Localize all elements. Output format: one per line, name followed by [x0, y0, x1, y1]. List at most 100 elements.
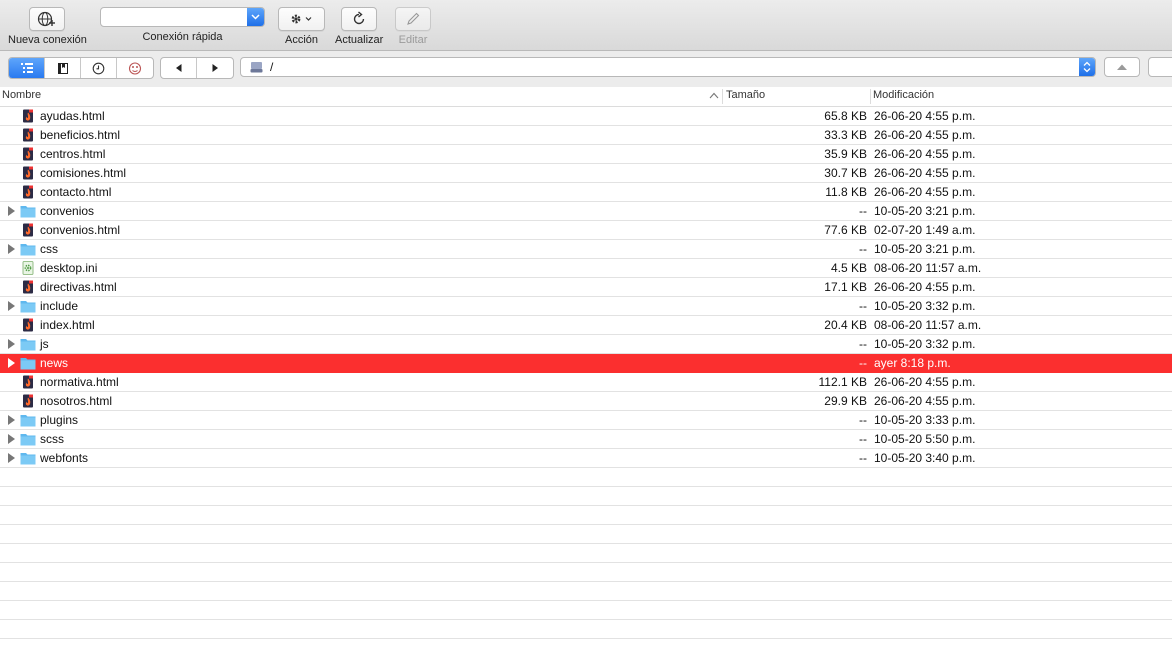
file-modified: 02-07-20 1:49 a.m. — [874, 223, 976, 237]
disclosure-triangle-icon[interactable] — [8, 206, 15, 216]
folder-icon — [20, 356, 36, 370]
disclosure-triangle-icon[interactable] — [8, 358, 15, 368]
file-row[interactable]: contacto.html 11.8 KB 26-06-20 4:55 p.m. — [0, 183, 1172, 202]
file-row[interactable]: desktop.ini 4.5 KB 08-06-20 11:57 a.m. — [0, 259, 1172, 278]
file-modified: 26-06-20 4:55 p.m. — [874, 147, 976, 161]
folder-icon — [20, 413, 36, 427]
folder-icon — [20, 451, 36, 465]
file-row[interactable]: comisiones.html 30.7 KB 26-06-20 4:55 p.m. — [0, 164, 1172, 183]
file-size: -- — [859, 356, 867, 370]
file-name: index.html — [40, 318, 95, 332]
empty-row — [0, 544, 1172, 563]
file-modified: 10-05-20 3:21 p.m. — [874, 204, 976, 218]
disclosure-triangle-icon[interactable] — [8, 434, 15, 444]
refresh-button[interactable] — [341, 7, 378, 31]
file-name: desktop.ini — [40, 261, 98, 275]
file-name: css — [40, 242, 58, 256]
file-size: 11.8 KB — [825, 185, 867, 199]
file-modified: 26-06-20 4:55 p.m. — [874, 166, 976, 180]
bonjour-view-tab[interactable] — [117, 58, 153, 78]
file-row[interactable]: index.html 20.4 KB 08-06-20 11:57 a.m. — [0, 316, 1172, 335]
file-size: -- — [859, 204, 867, 218]
triangle-right-icon — [212, 64, 218, 72]
refresh-label: Actualizar — [335, 34, 384, 46]
new-connection-button[interactable] — [29, 7, 66, 31]
file-size: 77.6 KB — [824, 223, 867, 237]
refresh-icon — [353, 11, 365, 25]
empty-row — [0, 620, 1172, 639]
forward-button[interactable] — [197, 58, 233, 78]
html-file-icon — [20, 223, 36, 237]
search-field[interactable] — [1148, 57, 1172, 77]
file-name: webfonts — [40, 451, 89, 465]
html-file-icon — [20, 318, 36, 332]
file-size: 4.5 KB — [830, 261, 867, 275]
folder-row[interactable]: include -- 10-05-20 3:32 p.m. — [0, 297, 1172, 316]
file-row[interactable]: nosotros.html 29.9 KB 26-06-20 4:55 p.m. — [0, 392, 1172, 411]
file-size: 33.3 KB — [824, 128, 867, 142]
column-divider[interactable] — [722, 89, 723, 104]
file-row[interactable]: directivas.html 17.1 KB 26-06-20 4:55 p.m. — [0, 278, 1172, 297]
file-size: -- — [859, 432, 867, 446]
file-name: convenios — [40, 204, 95, 218]
back-button[interactable] — [161, 58, 197, 78]
disclosure-triangle-icon[interactable] — [8, 415, 15, 425]
parent-directory-button[interactable] — [1104, 57, 1140, 77]
edit-tool[interactable]: Editar — [395, 7, 431, 46]
file-list: ayudas.html 65.8 KB 26-06-20 4:55 p.m. bene… — [0, 107, 1172, 656]
action-button[interactable] — [278, 7, 325, 31]
folder-icon — [20, 432, 36, 446]
file-name: convenios.html — [40, 223, 121, 237]
current-path: / — [270, 60, 274, 74]
disclosure-triangle-icon[interactable] — [8, 453, 15, 463]
file-modified: 26-06-20 4:55 p.m. — [874, 375, 976, 389]
history-view-tab[interactable] — [81, 58, 117, 78]
clock-icon — [92, 62, 105, 74]
folder-row[interactable]: js -- 10-05-20 3:32 p.m. — [0, 335, 1172, 354]
folder-row[interactable]: css -- 10-05-20 3:21 p.m. — [0, 240, 1172, 259]
disclosure-triangle-icon[interactable] — [8, 244, 15, 254]
folder-row[interactable]: news -- ayer 8:18 p.m. — [0, 354, 1172, 373]
folder-row[interactable]: webfonts -- 10-05-20 3:40 p.m. — [0, 449, 1172, 468]
file-row[interactable]: normativa.html 112.1 KB 26-06-20 4:55 p.m. — [0, 373, 1172, 392]
new-connection-label: Nueva conexión — [8, 34, 87, 46]
file-modified: 08-06-20 11:57 a.m. — [874, 261, 982, 275]
column-divider[interactable] — [870, 89, 871, 104]
path-selector[interactable]: / — [240, 57, 1096, 77]
bookmarks-view-tab[interactable] — [45, 58, 81, 78]
html-file-icon — [20, 280, 36, 294]
edit-button[interactable] — [395, 7, 431, 31]
file-row[interactable]: beneficios.html 33.3 KB 26-06-20 4:55 p.m. — [0, 126, 1172, 145]
empty-row — [0, 525, 1172, 544]
quick-connect-combobox[interactable] — [100, 7, 265, 27]
file-row[interactable]: convenios.html 77.6 KB 02-07-20 1:49 a.m. — [0, 221, 1172, 240]
html-file-icon — [20, 166, 36, 180]
folder-row[interactable]: plugins -- 10-05-20 3:33 p.m. — [0, 411, 1172, 430]
folder-row[interactable]: convenios -- 10-05-20 3:21 p.m. — [0, 202, 1172, 221]
file-size: -- — [859, 242, 867, 256]
file-name: directivas.html — [40, 280, 117, 294]
file-modified: 10-05-20 3:32 p.m. — [874, 337, 976, 351]
disclosure-triangle-icon[interactable] — [8, 339, 15, 349]
folder-icon — [20, 299, 36, 313]
file-row[interactable]: centros.html 35.9 KB 26-06-20 4:55 p.m. — [0, 145, 1172, 164]
new-connection-tool[interactable]: Nueva conexión — [8, 7, 87, 46]
refresh-tool[interactable]: Actualizar — [335, 7, 383, 46]
folder-icon — [20, 337, 36, 351]
view-mode-segmented-control — [8, 57, 154, 79]
up-down-chevron-icon[interactable] — [1079, 58, 1095, 76]
action-tool[interactable]: Acción — [278, 7, 325, 46]
file-size: 35.9 KB — [824, 147, 867, 161]
triangle-left-icon — [175, 64, 181, 72]
file-row[interactable]: ayudas.html 65.8 KB 26-06-20 4:55 p.m. — [0, 107, 1172, 126]
folder-row[interactable]: scss -- 10-05-20 5:50 p.m. — [0, 430, 1172, 449]
column-header-name[interactable]: Nombre — [2, 89, 41, 101]
file-name: include — [40, 299, 79, 313]
disclosure-triangle-icon[interactable] — [8, 301, 15, 311]
chevron-down-icon[interactable] — [247, 8, 264, 26]
column-header-size[interactable]: Tamaño — [726, 89, 765, 101]
file-name: nosotros.html — [40, 394, 113, 408]
column-header-modified[interactable]: Modificación — [873, 89, 934, 101]
file-size: 29.9 KB — [824, 394, 867, 408]
browser-view-tab[interactable] — [9, 58, 45, 78]
